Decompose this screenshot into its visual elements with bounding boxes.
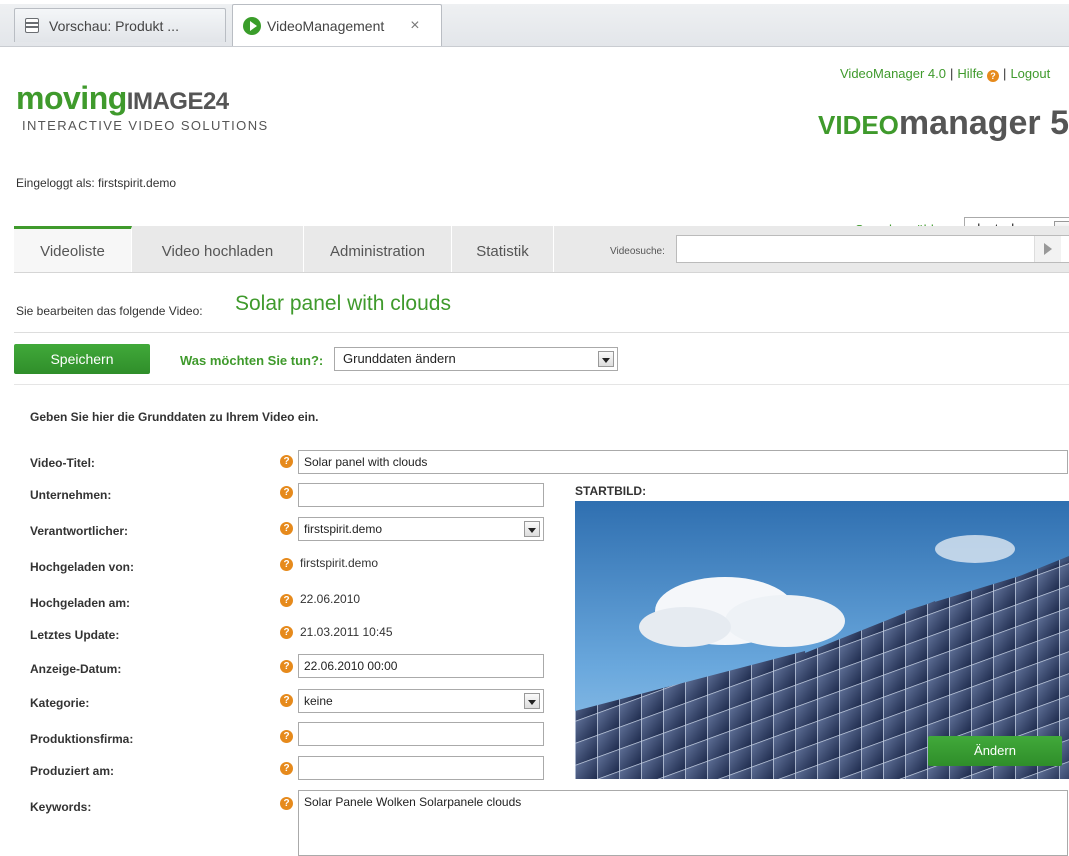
help-icon[interactable]: ?: [280, 558, 293, 571]
keywords-textarea[interactable]: Solar Panele Wolken Solarpanele clouds: [298, 790, 1068, 856]
help-icon[interactable]: ?: [280, 660, 293, 673]
category-select[interactable]: keine: [298, 689, 544, 713]
logo-tagline: INTERACTIVE VIDEO SOLUTIONS: [22, 118, 269, 133]
help-icon[interactable]: ?: [280, 626, 293, 639]
help-icon[interactable]: ?: [280, 797, 293, 810]
product-logo-manager: manager 5: [898, 104, 1069, 142]
logged-in-text: Eingeloggt als: firstspirit.demo: [16, 176, 177, 190]
tab-administration[interactable]: Administration: [304, 226, 452, 272]
browser-tab-label: Vorschau: Produkt ...: [49, 17, 179, 34]
divider: [14, 332, 1069, 333]
close-icon[interactable]: ×: [410, 17, 419, 35]
help-icon[interactable]: ?: [280, 762, 293, 775]
label-keywords: Keywords:: [30, 800, 92, 814]
help-icon[interactable]: ?: [280, 486, 293, 499]
help-icon[interactable]: ?: [987, 70, 1000, 82]
tab-statistik[interactable]: Statistik: [452, 226, 554, 272]
action-select[interactable]: Grunddaten ändern: [334, 347, 618, 371]
change-thumbnail-button[interactable]: Ändern: [928, 736, 1062, 766]
logo-moving: moving: [16, 80, 127, 116]
uploaded-by-value: firstspirit.demo: [300, 556, 379, 570]
action-value: Grunddaten ändern: [343, 351, 456, 366]
browser-tab-preview[interactable]: Vorschau: Produkt ...: [14, 8, 226, 42]
help-icon[interactable]: ?: [280, 694, 293, 707]
help-icon[interactable]: ?: [280, 594, 293, 607]
divider: [14, 384, 1069, 385]
label-category: Kategorie:: [30, 696, 90, 710]
responsible-select[interactable]: firstspirit.demo: [298, 517, 544, 541]
tab-videoliste[interactable]: Videoliste: [14, 226, 132, 272]
startbild-label: STARTBILD:: [575, 484, 647, 498]
label-video-title: Video-Titel:: [30, 456, 95, 470]
videomanager4-link[interactable]: VideoManager 4.0: [840, 66, 946, 81]
page-title: Solar panel with clouds: [235, 292, 451, 315]
label-production-company: Produktionsfirma:: [30, 732, 134, 746]
responsible-value: firstspirit.demo: [304, 522, 383, 536]
logout-link[interactable]: Logout: [1010, 66, 1050, 81]
category-value: keine: [304, 694, 333, 708]
company-input[interactable]: [298, 483, 544, 507]
chevron-down-icon[interactable]: [598, 351, 614, 367]
search-input[interactable]: [676, 235, 1069, 263]
intro-text: Geben Sie hier die Grunddaten zu Ihrem V…: [30, 410, 319, 424]
produced-on-input[interactable]: [298, 756, 544, 780]
label-last-update: Letztes Update:: [30, 628, 120, 642]
chevron-down-icon[interactable]: [524, 521, 540, 537]
action-label: Was möchten Sie tun?:: [180, 353, 324, 368]
product-logo-video: VIDEO: [818, 110, 899, 140]
uploaded-on-value: 22.06.2010: [300, 592, 361, 606]
browser-tab-label: VideoManagement: [267, 17, 385, 34]
label-responsible: Verantwortlicher:: [30, 524, 129, 538]
help-icon[interactable]: ?: [280, 730, 293, 743]
label-company: Unternehmen:: [30, 488, 112, 502]
last-update-value: 21.03.2011 10:45: [300, 625, 393, 639]
production-company-input[interactable]: [298, 722, 544, 746]
chevron-down-icon[interactable]: [524, 693, 540, 709]
label-uploaded-on: Hochgeladen am:: [30, 596, 131, 610]
help-icon[interactable]: ?: [280, 455, 293, 468]
browser-tab-bar: Vorschau: Produkt ... VideoManagement ×: [0, 0, 1069, 47]
save-button[interactable]: Speichern: [14, 344, 150, 374]
browser-tab-videomanagement[interactable]: VideoManagement ×: [232, 4, 442, 46]
edit-prefix: Sie bearbeiten das folgende Video:: [16, 304, 203, 318]
top-links: VideoManager 4.0 | Hilfe ? | Logout: [840, 66, 1051, 82]
label-display-date: Anzeige-Datum:: [30, 662, 122, 676]
label-produced-on: Produziert am:: [30, 764, 115, 778]
play-icon: [243, 16, 261, 35]
search-arrow-icon[interactable]: [1034, 236, 1061, 262]
help-link[interactable]: Hilfe: [957, 66, 983, 81]
label-uploaded-by: Hochgeladen von:: [30, 560, 135, 574]
video-title-input[interactable]: Solar panel with clouds: [298, 450, 1068, 474]
search-label: Videosuche:: [610, 246, 665, 257]
tab-video-hochladen[interactable]: Video hochladen: [132, 226, 304, 272]
document-icon: [25, 18, 39, 33]
display-date-input[interactable]: 22.06.2010 00:00: [298, 654, 544, 678]
help-icon[interactable]: ?: [280, 522, 293, 535]
logo-image24: IMAGE24: [126, 88, 229, 115]
logo: movingIMAGE24: [16, 80, 229, 117]
product-logo: VIDEOmanager 5: [818, 104, 1069, 143]
